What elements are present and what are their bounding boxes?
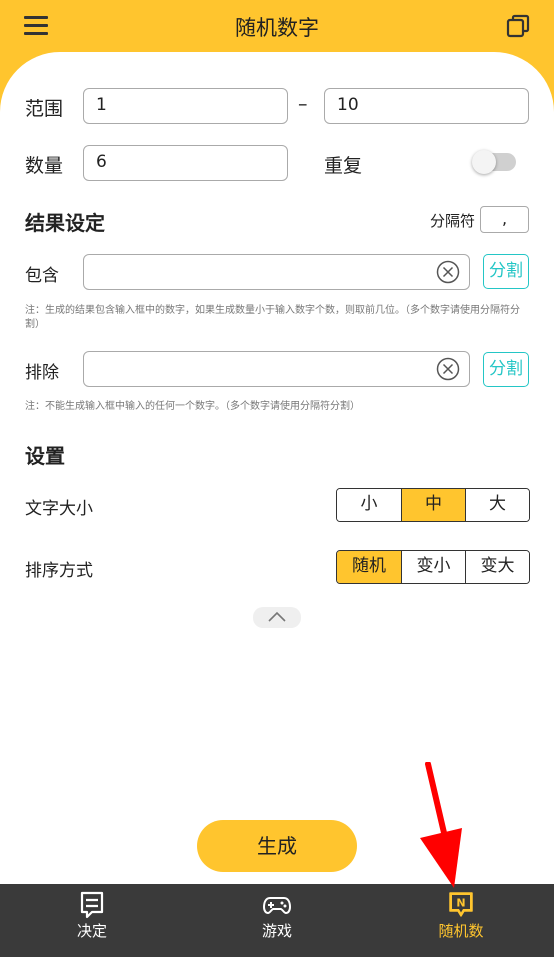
nav-label: 随机数 <box>438 922 484 940</box>
range-label: 范围 <box>25 98 64 120</box>
sort-random-option[interactable]: 随机 <box>337 551 401 583</box>
copy-icon[interactable] <box>506 14 530 38</box>
exclude-split-button[interactable]: 分割 <box>483 352 529 387</box>
settings-heading: 设置 <box>25 444 65 468</box>
font-size-medium-option[interactable]: 中 <box>401 489 465 521</box>
annotation-arrow <box>420 762 462 888</box>
sort-selector: 随机 变小 变大 <box>336 550 530 584</box>
repeat-toggle[interactable] <box>472 150 516 174</box>
font-size-small-option[interactable]: 小 <box>337 489 401 521</box>
toggle-knob <box>472 150 496 174</box>
include-note: 注：生成的结果包含输入框中的数字，如果生成数量小于输入数字个数，则取前几位。（多… <box>25 305 520 330</box>
svg-text:N: N <box>456 897 465 910</box>
font-size-label: 文字大小 <box>25 499 93 519</box>
exclude-input[interactable] <box>83 351 470 387</box>
chevron-up-icon <box>268 611 286 622</box>
result-settings-heading: 结果设定 <box>25 211 105 235</box>
quantity-input[interactable]: 6 <box>83 145 288 181</box>
font-size-selector: 小 中 大 <box>336 488 530 522</box>
nav-item-random-number[interactable]: N 随机数 <box>369 884 553 957</box>
exclude-note: 注：不能生成输入框中输入的任何一个数字。（多个数字请使用分隔符分割） <box>25 401 360 412</box>
quantity-label: 数量 <box>25 155 64 177</box>
collapse-button[interactable] <box>253 607 301 628</box>
include-label: 包含 <box>25 266 59 286</box>
generate-button[interactable]: 生成 <box>197 820 357 872</box>
sort-ascending-option[interactable]: 变大 <box>465 551 529 583</box>
page-title: 随机数字 <box>235 16 319 40</box>
nav-item-game[interactable]: 游戏 <box>185 884 369 957</box>
nav-label: 决定 <box>76 922 107 940</box>
range-dash: – <box>298 93 308 115</box>
random-number-icon: N <box>449 892 473 917</box>
separator-input[interactable]: , <box>480 206 529 233</box>
clear-icon[interactable] <box>436 260 460 284</box>
sort-descending-option[interactable]: 变小 <box>401 551 465 583</box>
decide-icon <box>80 891 104 919</box>
bottom-nav: 决定 游戏 N 随机数 <box>0 884 554 957</box>
gamepad-icon <box>263 897 291 914</box>
sort-label: 排序方式 <box>25 561 93 581</box>
range-min-input[interactable]: 1 <box>83 88 288 124</box>
include-input[interactable] <box>83 254 470 290</box>
font-size-large-option[interactable]: 大 <box>465 489 529 521</box>
exclude-label: 排除 <box>25 363 59 383</box>
clear-icon[interactable] <box>436 357 460 381</box>
nav-item-decide[interactable]: 决定 <box>0 884 184 957</box>
include-split-button[interactable]: 分割 <box>483 254 529 289</box>
separator-label: 分隔符 <box>430 212 476 230</box>
repeat-label: 重复 <box>324 155 363 177</box>
range-max-input[interactable]: 10 <box>324 88 529 124</box>
nav-label: 游戏 <box>261 922 292 940</box>
top-bar: 随机数字 <box>0 0 554 60</box>
